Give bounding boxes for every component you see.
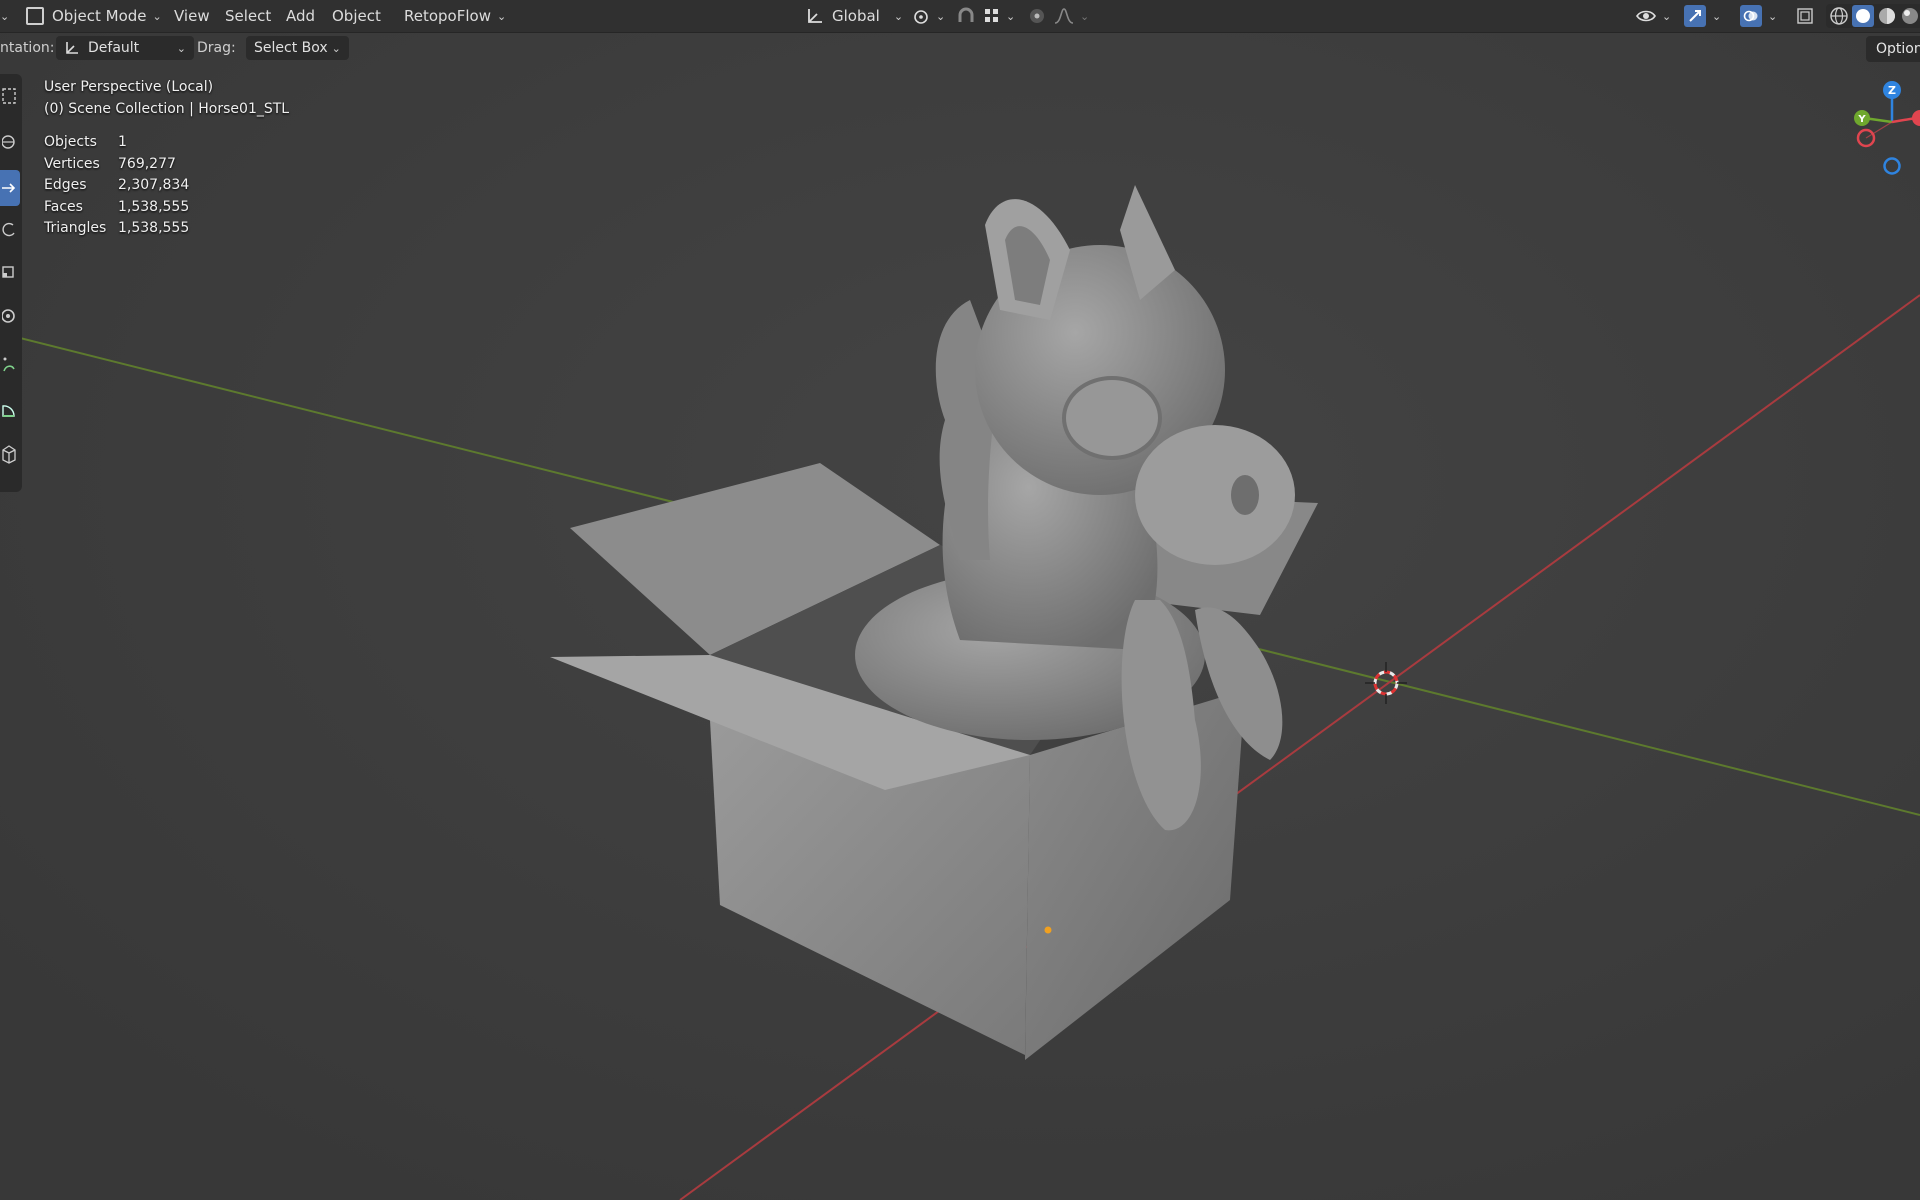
stat-value: 2,307,834 [118, 177, 190, 193]
chevron-down-icon: ⌄ [1712, 9, 1722, 23]
chevron-down-icon: ⌄ [331, 41, 341, 55]
navigation-gizmo[interactable]: Z Y [1840, 78, 1920, 178]
menu-view[interactable]: View [174, 4, 210, 28]
orientation-icon [808, 9, 822, 23]
menu-add[interactable]: Add [286, 4, 315, 28]
eye-icon [1636, 10, 1656, 22]
stat-label: Vertices [44, 155, 100, 172]
pivot-point-dropdown[interactable]: ⌄ [912, 4, 945, 28]
shading-buttons [1826, 4, 1920, 28]
gizmo-z-label: Z [1888, 84, 1896, 97]
stat-label: Triangles [44, 220, 107, 236]
object-origin[interactable] [1044, 926, 1052, 934]
gizmo-toggle[interactable]: ⌄ [1684, 4, 1721, 28]
wireframe-shading-icon[interactable] [1829, 6, 1849, 26]
chevron-down-icon: ⌄ [1768, 9, 1778, 23]
stat-label: Edges [44, 177, 87, 193]
mode-dropdown[interactable]: Object Mode ⌄ [26, 4, 162, 28]
rotate-icon[interactable] [0, 212, 20, 248]
proportional-edit-toggle[interactable] [1028, 4, 1046, 28]
magnet-icon [958, 7, 974, 22]
solid-shading-icon[interactable] [1852, 5, 1874, 27]
tools-panel [0, 74, 22, 492]
chevron-down-icon: ⌄ [176, 41, 186, 55]
retopoflow-menu[interactable]: RetopoFlow ⌄ [404, 4, 506, 28]
material-shading-icon[interactable] [1877, 6, 1897, 26]
snap-toggle[interactable] [956, 4, 976, 28]
stat-value: 769,277 [118, 155, 176, 172]
transform-icon[interactable] [0, 298, 20, 334]
gizmo-y-label: Y [1857, 114, 1866, 125]
collection-label: (0) Scene Collection | Horse01_STL [44, 101, 290, 117]
chevron-down-icon: ⌄ [152, 9, 162, 23]
menu-object[interactable]: Object [332, 4, 381, 28]
gizmo-neg-z-axis[interactable] [1883, 157, 1901, 175]
xray-icon [1797, 8, 1813, 24]
overlays-icon [1740, 5, 1762, 27]
stat-label: Faces [44, 198, 83, 215]
tool-header: ntation: Default ⌄ Drag: Select Box ⌄ [0, 34, 1920, 64]
orientation-value: Default [88, 40, 140, 56]
scale-icon[interactable] [0, 254, 20, 290]
drag-dropdown[interactable]: Select Box ⌄ [246, 36, 349, 60]
stat-objects: Objects 1 [44, 132, 289, 154]
stat-value: 1 [118, 134, 127, 150]
stat-vertices: Vertices 769,277 [44, 154, 289, 176]
cursor-icon[interactable] [0, 124, 20, 160]
gizmo-icon [1684, 5, 1706, 27]
overlays-toggle[interactable]: ⌄ [1740, 4, 1777, 28]
proportional-edit-icon [1030, 9, 1044, 23]
chevron-down-icon: ⌄ [1080, 9, 1090, 23]
orientation-label: Global [832, 7, 880, 25]
retopoflow-label: RetopoFlow [404, 7, 491, 25]
stat-label: Objects [44, 134, 97, 150]
stat-triangles: Triangles 1,538,555 [44, 218, 289, 240]
stat-value: 1,538,555 [118, 198, 190, 215]
move-icon[interactable] [0, 170, 20, 206]
falloff-dropdown[interactable]: ⌄ [1054, 4, 1089, 28]
xray-toggle[interactable] [1796, 4, 1814, 28]
rendered-shading-icon[interactable] [1900, 6, 1920, 26]
menu-select[interactable]: Select [225, 4, 271, 28]
perspective-label: User Perspective (Local) [44, 79, 214, 95]
viewport-info-overlay: User Perspective (Local) (0) Scene Colle… [44, 76, 289, 240]
object-mode-icon [26, 7, 44, 25]
mode-label: Object Mode [52, 7, 147, 25]
chevron-down-icon: ⌄ [893, 9, 904, 23]
chevron-down-icon: ⌄ [1662, 9, 1672, 23]
drag-value: Select Box [254, 40, 328, 56]
stat-edges: Edges 2,307,834 [44, 175, 289, 197]
transform-orientation-dropdown[interactable]: Global ⌄ [806, 4, 903, 28]
snap-target-dropdown[interactable]: ⌄ [984, 4, 1015, 28]
falloff-curve-icon [1054, 8, 1074, 24]
chevron-down-icon: ⌄ [936, 9, 946, 23]
options-button[interactable]: Option [1866, 36, 1920, 62]
snap-grid-icon [985, 9, 998, 22]
gizmo-x-axis[interactable] [1912, 110, 1920, 126]
orientation-dropdown[interactable]: Default ⌄ [56, 36, 194, 60]
chevron-down-icon: ⌄ [496, 9, 507, 23]
pivot-icon [914, 10, 928, 24]
orientation-icon [66, 42, 78, 54]
stat-value: 1,538,555 [118, 220, 190, 236]
editor-type-chevron[interactable]: ⌄ [0, 4, 9, 28]
chevron-down-icon: ⌄ [1006, 9, 1016, 23]
stat-faces: Faces 1,538,555 [44, 197, 289, 219]
drag-label: Drag: [197, 40, 236, 56]
select-box-icon[interactable] [0, 78, 20, 114]
viewport-header: ⌄ Object Mode ⌄ View Select Add Object R… [0, 0, 1920, 33]
measure-icon[interactable] [0, 392, 20, 428]
orientation-label: ntation: [0, 40, 55, 56]
annotate-icon[interactable] [0, 346, 20, 382]
visibility-dropdown[interactable]: ⌄ [1636, 4, 1671, 28]
add-cube-icon[interactable] [0, 436, 20, 472]
